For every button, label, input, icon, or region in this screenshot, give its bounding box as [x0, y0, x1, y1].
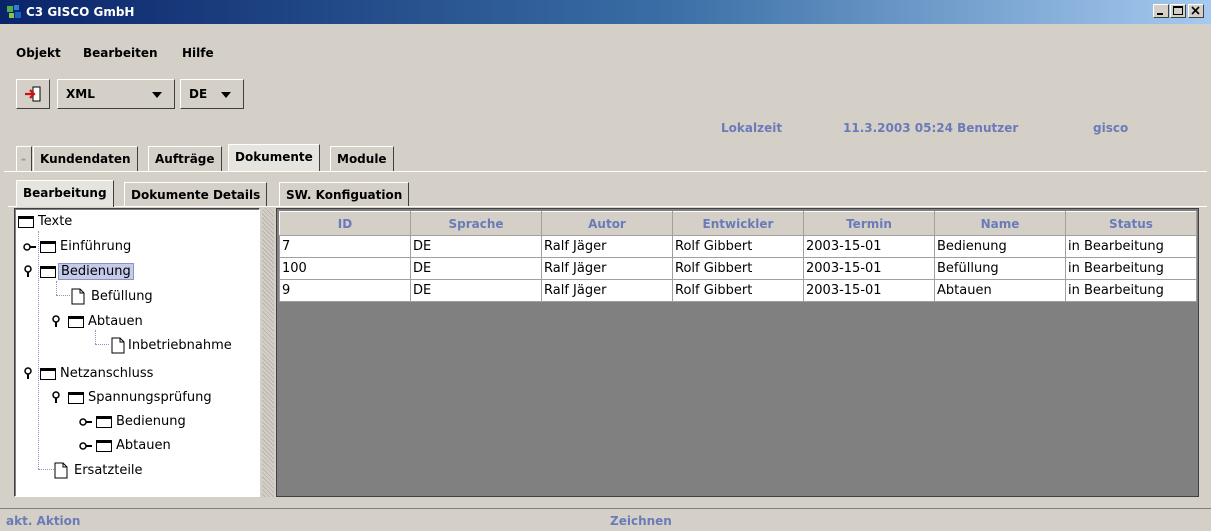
- title-bar: C3 GISCO GmbH: [0, 0, 1211, 24]
- status-mode-label: Zeichnen: [610, 514, 672, 528]
- document-icon: [54, 462, 68, 479]
- exit-button[interactable]: [16, 79, 50, 109]
- cell-id[interactable]: 100: [279, 257, 411, 280]
- folder-icon: [96, 416, 112, 428]
- maximize-button[interactable]: [1170, 4, 1186, 18]
- datetime-user-label: 11.3.2003 05:24 Benutzer: [843, 121, 1019, 135]
- document-icon: [111, 337, 125, 354]
- table-row[interactable]: 9 DE Ralf Jäger Rolf Gibbert 2003-15-01 …: [279, 279, 1197, 302]
- cell-name[interactable]: Abtauen: [934, 279, 1066, 302]
- tab-panel-border: [4, 171, 1207, 172]
- cell-name[interactable]: Bedienung: [934, 235, 1066, 258]
- documents-table: ID Sprache Autor Entwickler Termin Name …: [279, 211, 1197, 302]
- tab-auftraege[interactable]: Aufträge: [148, 146, 222, 171]
- column-header-termin[interactable]: Termin: [803, 211, 935, 236]
- cell-sprache[interactable]: DE: [410, 257, 542, 280]
- cell-status[interactable]: in Bearbeitung: [1065, 235, 1197, 258]
- column-header-status[interactable]: Status: [1065, 211, 1197, 236]
- folder-icon: [18, 216, 34, 228]
- tree-collapsed-handle-icon[interactable]: [79, 418, 93, 426]
- tree-connector: [38, 469, 54, 470]
- tree-connector: [95, 330, 96, 344]
- cell-id[interactable]: 7: [279, 235, 411, 258]
- table-row[interactable]: 7 DE Ralf Jäger Rolf Gibbert 2003-15-01 …: [279, 235, 1197, 258]
- close-icon: [1191, 6, 1200, 15]
- cell-termin[interactable]: 2003-15-01: [803, 257, 935, 280]
- tab-module[interactable]: Module: [330, 146, 394, 171]
- exit-door-icon: [25, 86, 41, 102]
- app-logo-icon: [7, 5, 21, 18]
- cell-entwickler[interactable]: Rolf Gibbert: [672, 235, 804, 258]
- column-header-name[interactable]: Name: [934, 211, 1066, 236]
- cell-entwickler[interactable]: Rolf Gibbert: [672, 279, 804, 302]
- format-select[interactable]: XML: [57, 79, 175, 109]
- folder-icon: [40, 241, 56, 253]
- tree-expanded-handle-icon[interactable]: [51, 391, 65, 405]
- column-header-sprache[interactable]: Sprache: [410, 211, 542, 236]
- tree-expanded-handle-icon[interactable]: [23, 265, 37, 279]
- username-value: gisco: [1093, 121, 1129, 135]
- cell-status[interactable]: in Bearbeitung: [1065, 257, 1197, 280]
- cell-name[interactable]: Befüllung: [934, 257, 1066, 280]
- documents-table-viewport: ID Sprache Autor Entwickler Termin Name …: [276, 208, 1199, 497]
- tree-expanded-handle-icon[interactable]: [23, 367, 37, 381]
- cell-autor[interactable]: Ralf Jäger: [541, 235, 673, 258]
- tab-sw-konfiguation[interactable]: SW. Konfiguation: [279, 182, 410, 207]
- column-header-id[interactable]: ID: [279, 211, 411, 236]
- chevron-down-icon: [221, 92, 231, 98]
- cell-id[interactable]: 9: [279, 279, 411, 302]
- language-select-value: DE: [189, 87, 208, 101]
- document-tree: Texte Einführung Bedienung Befüllung Abt…: [14, 208, 260, 497]
- localtime-label: Lokalzeit: [721, 121, 783, 135]
- close-button[interactable]: [1188, 4, 1204, 18]
- menu-bearbeiten[interactable]: Bearbeiten: [83, 46, 158, 60]
- column-header-autor[interactable]: Autor: [541, 211, 673, 236]
- tree-connector: [38, 231, 39, 469]
- tree-collapsed-handle-icon[interactable]: [79, 442, 93, 450]
- folder-icon: [40, 368, 56, 380]
- maximize-icon: [1173, 6, 1183, 15]
- tree-connector: [95, 344, 109, 345]
- folder-icon: [68, 392, 84, 404]
- window-title: C3 GISCO GmbH: [26, 5, 135, 19]
- folder-icon: [68, 316, 84, 328]
- menu-objekt[interactable]: Objekt: [16, 46, 61, 60]
- table-header-row: ID Sprache Autor Entwickler Termin Name …: [279, 211, 1197, 236]
- cell-entwickler[interactable]: Rolf Gibbert: [672, 257, 804, 280]
- document-icon: [71, 288, 85, 305]
- language-select[interactable]: DE: [180, 79, 244, 109]
- cell-termin[interactable]: 2003-15-01: [803, 279, 935, 302]
- tab-bearbeitung[interactable]: Bearbeitung: [16, 180, 114, 207]
- subtab-panel-border: [8, 206, 1207, 207]
- cell-sprache[interactable]: DE: [410, 279, 542, 302]
- menu-hilfe[interactable]: Hilfe: [182, 46, 214, 60]
- cell-status[interactable]: in Bearbeitung: [1065, 279, 1197, 302]
- format-select-value: XML: [66, 87, 95, 101]
- split-pane-divider[interactable]: [262, 208, 274, 497]
- tree-connector: [56, 295, 70, 296]
- cell-autor[interactable]: Ralf Jäger: [541, 257, 673, 280]
- status-bar: akt. Aktion Zeichnen: [0, 508, 1211, 531]
- folder-icon: [96, 440, 112, 452]
- chevron-down-icon: [152, 92, 162, 98]
- cell-autor[interactable]: Ralf Jäger: [541, 279, 673, 302]
- status-action-label: akt. Aktion: [6, 514, 81, 528]
- tree-connector: [56, 281, 57, 295]
- minimize-button[interactable]: [1153, 4, 1169, 18]
- tab-dokumente[interactable]: Dokumente: [228, 144, 320, 171]
- tab-collapsed[interactable]: -: [16, 146, 32, 171]
- folder-icon: [40, 266, 56, 278]
- cell-sprache[interactable]: DE: [410, 235, 542, 258]
- column-header-entwickler[interactable]: Entwickler: [672, 211, 804, 236]
- tree-collapsed-handle-icon[interactable]: [23, 243, 37, 251]
- minimize-icon: [1157, 13, 1163, 15]
- tab-dokumente-details[interactable]: Dokumente Details: [124, 182, 268, 207]
- cell-termin[interactable]: 2003-15-01: [803, 235, 935, 258]
- tab-kundendaten[interactable]: Kundendaten: [33, 146, 138, 171]
- table-row[interactable]: 100 DE Ralf Jäger Rolf Gibbert 2003-15-0…: [279, 257, 1197, 280]
- tree-expanded-handle-icon[interactable]: [51, 315, 65, 329]
